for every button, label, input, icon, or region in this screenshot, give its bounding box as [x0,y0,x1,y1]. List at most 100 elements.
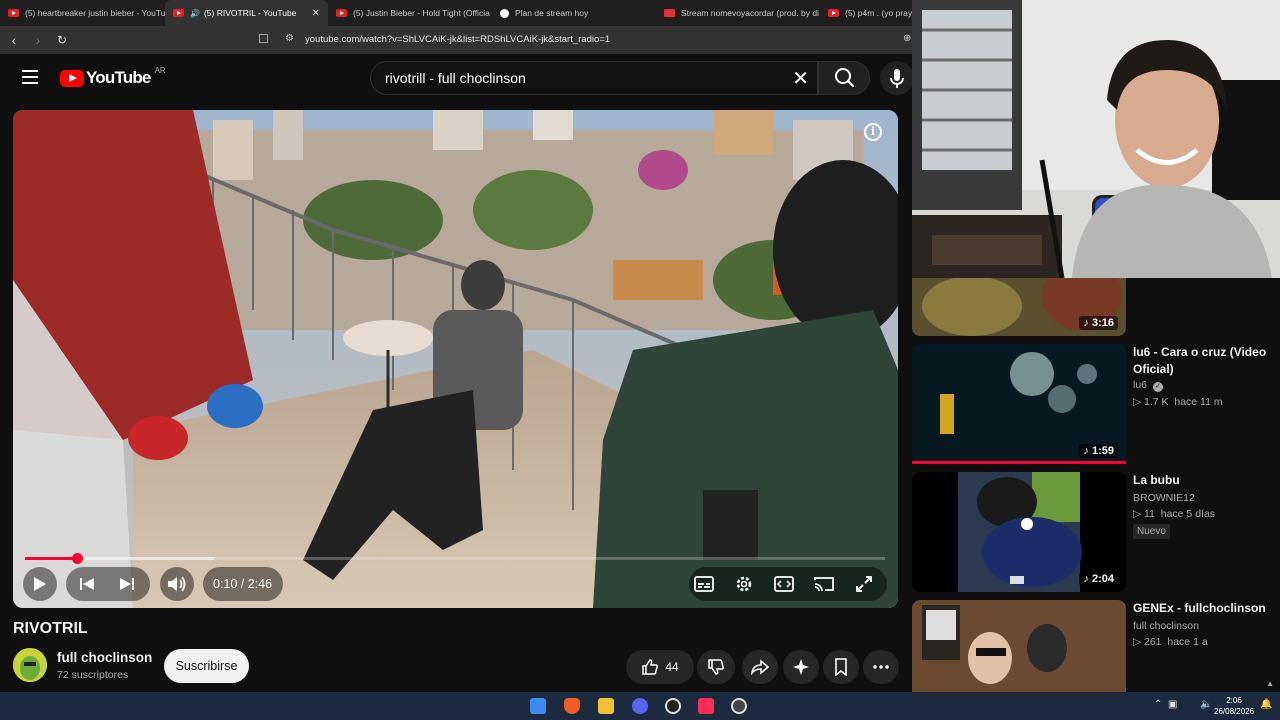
close-tab-icon[interactable]: ✕ [312,8,320,19]
browser-tab[interactable]: Plan de stream hoy [492,0,656,26]
recommendation-channel[interactable]: lu6 ✓ [1133,379,1163,392]
tab-title: (5) Justin Bieber - Hold Tight (Officia [353,8,490,18]
previous-button[interactable] [70,567,104,601]
fullscreen-button[interactable] [847,567,881,601]
browser-tab-strip: (5) heartbreaker justin bieber - YouTu 🔊… [0,0,912,26]
browser-tab[interactable]: (5) p4m . (yo pray) [820,0,912,26]
views-text: 1.7 K [1144,396,1169,408]
file-explorer-icon[interactable] [598,698,614,714]
channel-name[interactable]: full choclinson [57,650,152,665]
obs-icon[interactable] [665,698,681,714]
browser-tab[interactable]: (5) heartbreaker justin bieber - YouTu [0,0,165,26]
video-thumbnail[interactable]: ♪ 2:04 [912,472,1126,592]
recommendation-title[interactable]: GENEx - fullchoclinson [1133,600,1275,617]
video-duration: ♪ 2:04 [1079,572,1118,586]
duration-text: 2:04 [1091,573,1114,585]
browser-tab[interactable]: (5) Justin Bieber - Hold Tight (Officia [328,0,492,26]
youtube-header: YouTube AR rivotrill - full choclinson ✕ [0,54,914,104]
dislike-button[interactable] [697,650,735,684]
recommendation-channel[interactable]: full choclinson [1133,620,1199,632]
youtube-icon [8,9,19,17]
previous-icon [80,578,94,590]
speaker-icon[interactable]: 🔊 [190,9,200,18]
reload-icon[interactable]: ↻ [52,33,72,47]
thumbs-down-icon [708,659,724,675]
forward-icon[interactable]: › [28,32,48,48]
fullscreen-icon [856,576,872,592]
browser-tab[interactable]: Stream nomevoyacordar (prod. by di [656,0,820,26]
tiktok-icon[interactable] [698,698,714,714]
settings-button[interactable] [727,567,761,601]
video-thumbnail[interactable] [912,600,1126,692]
zoom-icon[interactable]: ⊕ [903,33,911,44]
youtube-icon [828,9,839,17]
recommendation-meta: ▷ 11 hace 5 días [1133,508,1216,520]
youtube-logo[interactable]: YouTube AR [60,66,166,88]
discord-icon[interactable] [632,698,648,714]
speaker-tray-icon[interactable]: 🔈 [1200,699,1212,710]
site-info-icon[interactable]: ⚙ [285,33,294,44]
share-button[interactable] [742,650,778,684]
subscribe-button[interactable]: Suscribirse [164,649,249,683]
more-horizontal-icon [873,665,889,669]
tab-title: Plan de stream hoy [515,8,589,18]
video-thumbnail[interactable]: ♪ 3:16 [912,278,1126,336]
search-button[interactable] [818,61,870,95]
address-bar-row: ‹ › ↻ ☐ ⚙ youtube.com/watch?v=ShLVCAiK-j… [0,26,912,54]
channel-avatar[interactable] [13,648,47,682]
video-thumbnail[interactable]: ♪ 1:59 [912,344,1126,464]
progress-bar[interactable] [25,553,885,564]
webcam-overlay [912,0,1280,278]
brave-browser-icon[interactable] [564,698,580,714]
recommendation-title[interactable]: La bubu [1133,472,1275,489]
chatgpt-icon [500,8,509,18]
thumbs-up-icon [642,659,659,675]
like-count: 44 [665,660,679,674]
video-title: RIVOTRIL [13,620,88,637]
tray-chevron-icon[interactable]: ⌃ [1154,699,1162,710]
voice-search-button[interactable] [880,61,914,95]
menu-icon[interactable] [22,70,38,84]
youtube-icon [173,9,184,17]
url-field[interactable]: youtube.com/watch?v=ShLVCAiK-jk&list=RDS… [305,34,610,45]
taskbar-clock[interactable]: 2:06 26/08/2026 [1214,695,1254,717]
progress-scrubber[interactable] [71,553,83,564]
views-text: 11 [1144,508,1155,520]
share-icon [751,659,769,675]
volume-button[interactable] [160,567,194,601]
youtube-logo-icon [60,69,84,87]
theater-mode-button[interactable] [767,567,801,601]
subtitles-button[interactable] [687,567,721,601]
media-player-icon[interactable] [731,698,747,714]
scroll-up-arrow-icon[interactable]: ▲ [1266,679,1274,688]
video-player[interactable]: i 0:10 / 2:46 [13,110,898,608]
like-button[interactable]: 44 [626,650,694,684]
back-icon[interactable]: ‹ [4,32,24,48]
video-duration: ♪ 3:16 [1079,316,1118,330]
browser-tab-active[interactable]: 🔊 (5) RIVOTRIL - YouTube ✕ [165,0,328,26]
soundcloud-icon [664,9,675,17]
ask-ai-button[interactable] [783,650,819,684]
tab-title: Stream nomevoyacordar (prod. by di [681,8,819,18]
video-duration: ♪ 1:59 [1079,444,1118,458]
save-button[interactable] [823,650,859,684]
clear-search-icon[interactable]: ✕ [792,66,809,91]
more-actions-button[interactable] [863,650,899,684]
progress-fill [25,557,77,560]
age-text: hace 5 días [1160,508,1216,520]
recommendation-channel[interactable]: BROWNIE12 [1133,492,1195,504]
next-button[interactable] [110,567,144,601]
network-icon[interactable]: ▣ [1168,699,1177,710]
search-icon [835,68,855,88]
start-icon[interactable] [530,698,546,714]
bookmark-icon[interactable]: ☐ [258,32,269,46]
age-text: hace 11 m [1174,396,1223,408]
info-icon[interactable]: i [864,123,882,141]
tab-title: (5) heartbreaker justin bieber - YouTu [25,8,165,18]
search-input[interactable]: rivotrill - full choclinson ✕ [370,61,818,95]
recommendation-meta: ▷ 1.7 K hace 11 m [1133,396,1223,408]
cast-button[interactable] [807,567,841,601]
play-button[interactable] [23,567,57,601]
notification-bell-icon[interactable]: 🔔 [1260,699,1272,710]
recommendation-title[interactable]: lu6 - Cara o cruz (Video Oficial) [1133,344,1275,378]
